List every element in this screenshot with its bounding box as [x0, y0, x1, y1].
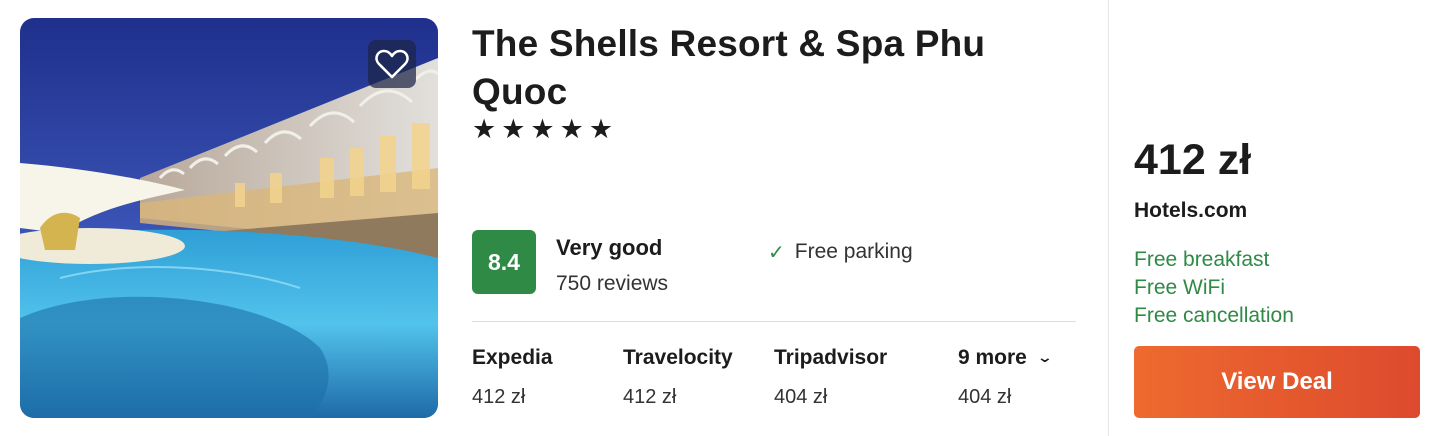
hotel-photo[interactable]: [20, 18, 438, 418]
provider-price: 412 zł: [472, 386, 526, 408]
divider: [472, 321, 1076, 322]
review-score-badge: 8.4: [472, 230, 536, 294]
provider-price: 404 zł: [774, 386, 828, 408]
favorite-button[interactable]: [368, 40, 416, 88]
review-count[interactable]: 750 reviews: [556, 272, 668, 296]
chevron-down-icon: ⌄: [1036, 350, 1053, 366]
provider-tripadvisor[interactable]: Tripadvisor 404 zł: [774, 346, 887, 409]
deal-perks: Free breakfast Free WiFi Free cancellati…: [1134, 246, 1294, 330]
deal-price: 412 zł: [1134, 136, 1252, 184]
section-divider: [1108, 0, 1109, 436]
provider-name: Tripadvisor: [774, 346, 888, 369]
perk-free-breakfast: Free breakfast: [1134, 248, 1270, 271]
deal-site: Hotels.com: [1134, 199, 1248, 222]
hotel-result-card: The Shells Resort & Spa Phu Quoc ★★★★★ 8…: [0, 0, 1434, 436]
heart-icon: [375, 49, 409, 79]
provider-expedia[interactable]: Expedia 412 zł: [472, 346, 553, 409]
amenity-free-parking: ✓ Free parking: [768, 240, 913, 264]
hotel-name[interactable]: The Shells Resort & Spa Phu Quoc: [472, 20, 1072, 116]
provider-name: Travelocity: [623, 346, 733, 369]
star-rating: ★★★★★: [472, 114, 619, 145]
more-providers-dropdown[interactable]: 9 more ⌄ 404 zł: [958, 346, 1053, 409]
perk-free-wifi: Free WiFi: [1134, 276, 1225, 299]
check-icon: ✓: [768, 240, 785, 264]
more-price: 404 zł: [958, 386, 1012, 408]
perk-free-cancellation: Free cancellation: [1134, 304, 1294, 327]
more-label: 9 more: [958, 346, 1027, 369]
view-deal-button[interactable]: View Deal: [1134, 346, 1420, 418]
provider-name: Expedia: [472, 346, 553, 369]
provider-price: 412 zł: [623, 386, 677, 408]
provider-travelocity[interactable]: Travelocity 412 zł: [623, 346, 733, 409]
amenity-label: Free parking: [794, 240, 913, 263]
review-score-label: Very good: [556, 235, 663, 260]
